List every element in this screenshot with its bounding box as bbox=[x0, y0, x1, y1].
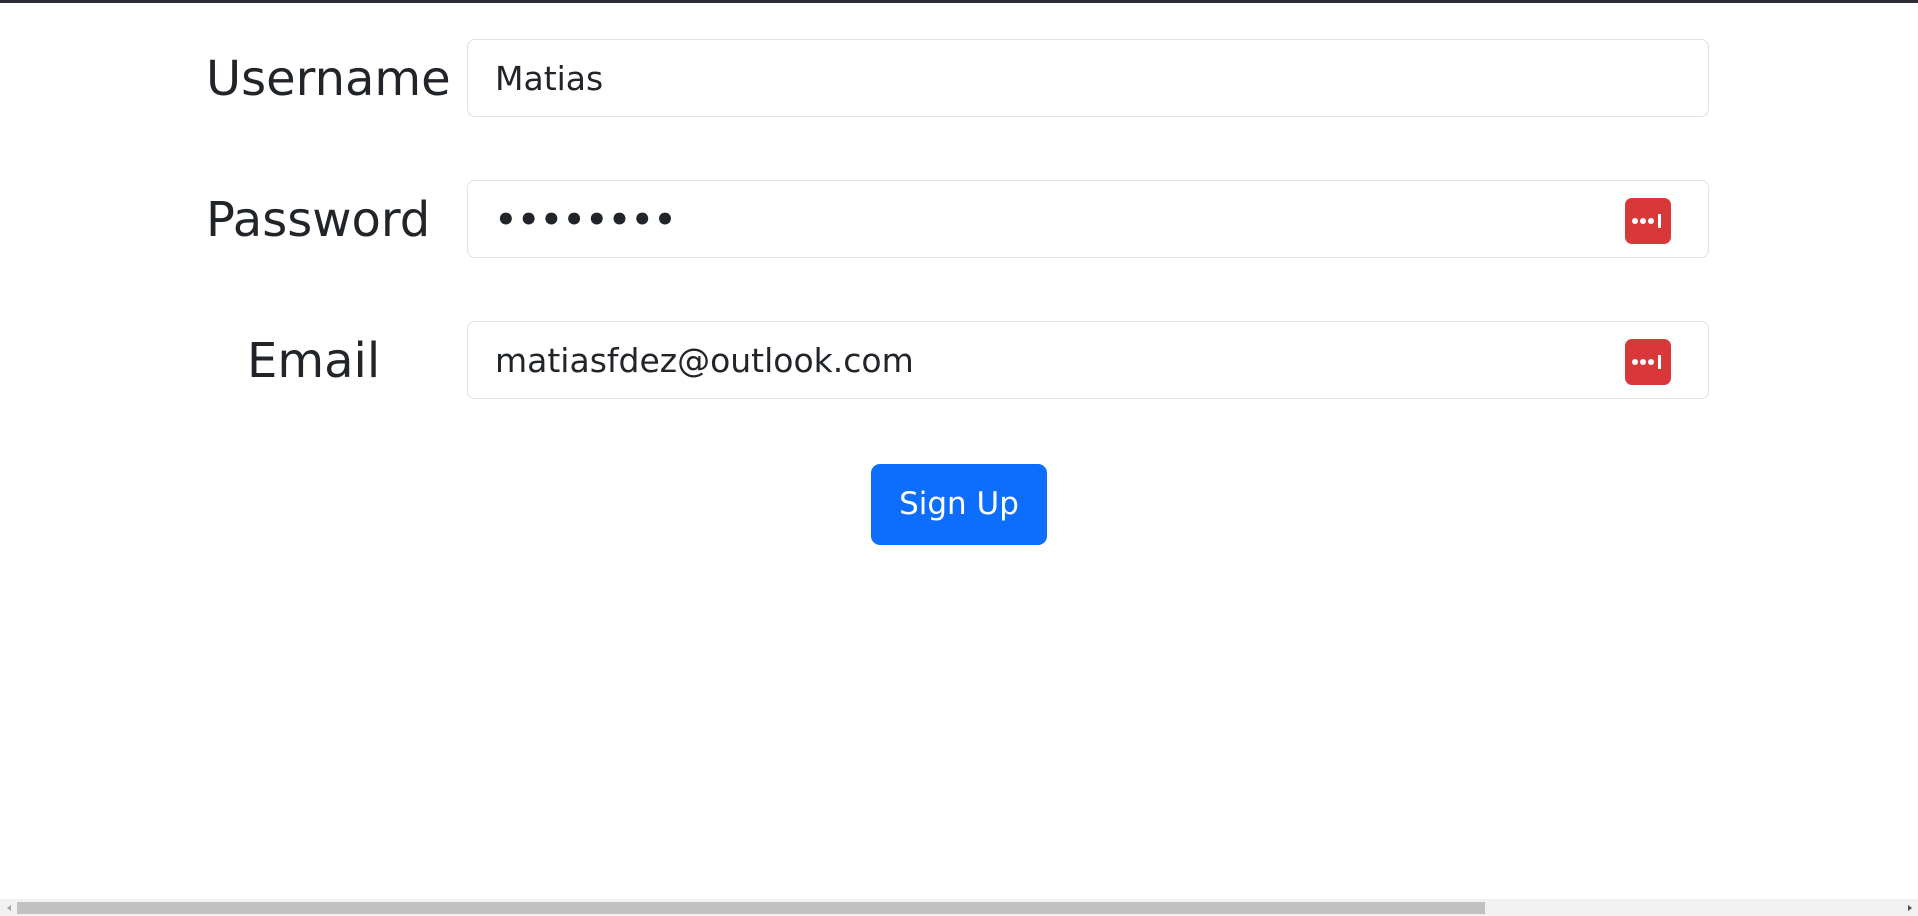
email-row: Email matiasfdez@outlook.com bbox=[0, 321, 1918, 401]
horizontal-scrollbar[interactable] bbox=[0, 899, 1918, 916]
email-input[interactable]: matiasfdez@outlook.com bbox=[467, 321, 1709, 399]
left-arrow-icon[interactable] bbox=[0, 899, 17, 916]
username-input[interactable]: Matias bbox=[467, 39, 1709, 117]
email-value: matiasfdez@outlook.com bbox=[495, 341, 914, 380]
right-arrow-icon[interactable] bbox=[1901, 899, 1918, 916]
password-manager-icon[interactable] bbox=[1625, 339, 1671, 385]
password-row: Password •••••••• bbox=[0, 180, 1918, 260]
scrollbar-thumb[interactable] bbox=[17, 902, 1485, 914]
sign-up-button[interactable]: Sign Up bbox=[871, 464, 1047, 545]
password-value: •••••••• bbox=[495, 200, 677, 240]
window-top-border bbox=[0, 0, 1918, 3]
username-value: Matias bbox=[495, 59, 604, 98]
password-manager-icon[interactable] bbox=[1625, 198, 1671, 244]
password-manager-dots-icon bbox=[1632, 214, 1661, 228]
email-label: Email bbox=[247, 333, 381, 389]
username-row: Username Matias bbox=[0, 39, 1918, 119]
password-label: Password bbox=[206, 192, 431, 248]
password-manager-dots-icon bbox=[1632, 355, 1661, 369]
password-input[interactable]: •••••••• bbox=[467, 180, 1709, 258]
username-label: Username bbox=[206, 51, 451, 107]
